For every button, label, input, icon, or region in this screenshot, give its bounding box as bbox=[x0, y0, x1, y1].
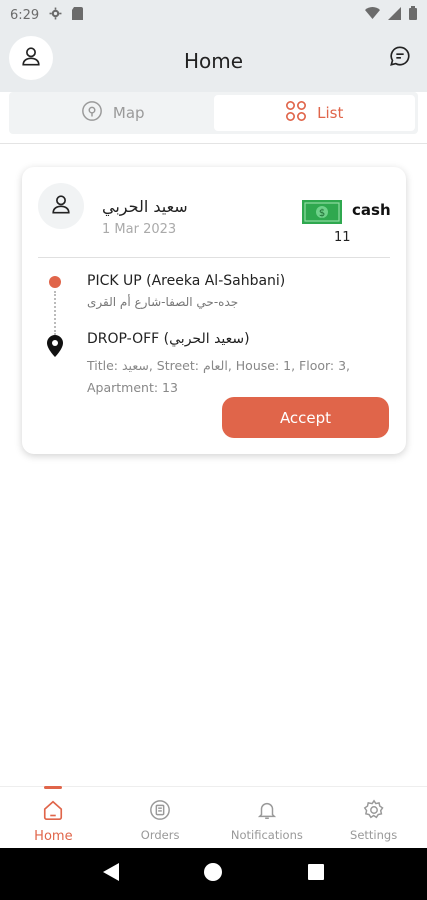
nav-settings[interactable]: Settings bbox=[320, 787, 427, 848]
accept-button[interactable]: Accept bbox=[222, 397, 389, 438]
nav-settings-label: Settings bbox=[350, 828, 398, 842]
status-bar: 6:29 bbox=[0, 0, 427, 30]
nav-notifications-label: Notifications bbox=[230, 828, 303, 842]
order-amount: 11 bbox=[334, 230, 351, 245]
pickup-title: PICK UP (Areeka Al-Sahbani) bbox=[87, 273, 286, 289]
svg-text:$: $ bbox=[319, 208, 325, 219]
card-divider bbox=[38, 257, 390, 258]
dropoff-details: Title: سعيد, Street: العام, House: 1, Fl… bbox=[87, 358, 351, 395]
bottom-navigation: Home Orders Notifications Settings bbox=[0, 786, 427, 848]
sd-card-icon bbox=[72, 6, 84, 24]
system-navigation-bar bbox=[0, 848, 427, 900]
customer-avatar bbox=[38, 183, 84, 229]
nav-notifications[interactable]: Notifications bbox=[214, 787, 321, 848]
route-line bbox=[54, 291, 56, 335]
list-tab[interactable]: List bbox=[213, 95, 415, 131]
profile-button[interactable] bbox=[9, 36, 53, 80]
settings-status-icon bbox=[49, 7, 62, 24]
chat-icon bbox=[389, 45, 411, 71]
customer-name: سعيد الحربي bbox=[102, 197, 188, 216]
orders-icon bbox=[149, 799, 171, 824]
pickup-address: جده-حي الصفا-شارع أم القرى bbox=[87, 295, 239, 309]
grid-icon bbox=[285, 100, 307, 126]
nav-home[interactable]: Home bbox=[0, 786, 107, 848]
divider bbox=[0, 143, 427, 144]
pickup-dot-icon bbox=[49, 276, 61, 288]
home-icon bbox=[42, 799, 64, 825]
order-card[interactable]: سعيد الحربي 1 Mar 2023 $ cash 11 PICK UP… bbox=[22, 167, 406, 454]
nav-orders[interactable]: Orders bbox=[107, 787, 214, 848]
nav-home-label: Home bbox=[34, 829, 73, 844]
order-date: 1 Mar 2023 bbox=[102, 222, 177, 237]
back-icon[interactable] bbox=[102, 863, 119, 885]
gear-icon bbox=[363, 799, 385, 824]
wifi-icon bbox=[365, 7, 380, 23]
map-tab[interactable]: Map bbox=[12, 95, 214, 131]
map-pin-icon bbox=[81, 100, 103, 126]
signal-icon bbox=[388, 6, 401, 24]
chat-button[interactable] bbox=[387, 45, 413, 71]
nav-orders-label: Orders bbox=[140, 828, 180, 842]
user-icon bbox=[20, 45, 42, 71]
home-circle-icon[interactable] bbox=[204, 863, 223, 885]
active-indicator bbox=[44, 786, 63, 789]
payment-method: cash bbox=[352, 201, 391, 219]
map-tab-label: Map bbox=[112, 104, 145, 122]
bell-icon bbox=[256, 799, 278, 824]
user-icon bbox=[50, 193, 72, 219]
status-time: 6:29 bbox=[10, 7, 40, 23]
recents-icon[interactable] bbox=[308, 864, 325, 884]
cash-money-icon: $ bbox=[302, 200, 342, 224]
dropoff-title: DROP-OFF (سعيد الحربي) bbox=[87, 331, 250, 347]
battery-icon bbox=[409, 6, 417, 24]
list-tab-label: List bbox=[317, 104, 344, 122]
location-pin-icon bbox=[46, 335, 64, 357]
view-toggle: Map List bbox=[9, 92, 418, 134]
app-bar: Home bbox=[0, 30, 427, 92]
page-title: Home bbox=[183, 49, 244, 73]
